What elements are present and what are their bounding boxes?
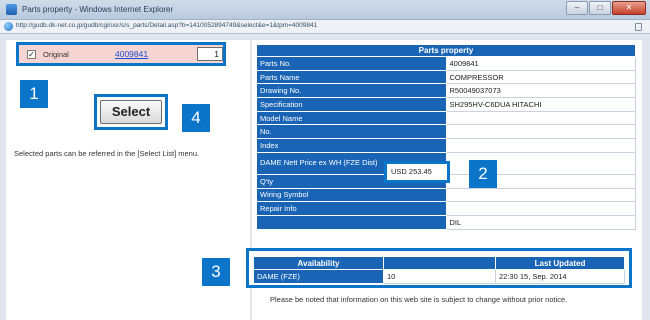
row-label: Parts Name [256,69,447,85]
table-row: Drawing No. R50049037073 [256,83,636,99]
part-number-link[interactable]: 4009841 [115,49,148,59]
row-value [445,201,636,216]
table-row: Model Name [256,110,636,126]
row-value: 4009841 [445,56,636,71]
row-label [256,214,447,230]
table-row: Index [256,138,636,153]
table-row: Specification SH295HV-C6DUA HITACHI [256,97,636,112]
select-list-note: Selected parts can be referred in the [S… [14,149,200,158]
row-value: SH295HV-C6DUA HITACHI [445,97,636,112]
stock-quantity: 10 [383,269,496,284]
original-part-row: ✓ Original 4009841 1 [16,42,226,66]
availability-qty-header [383,256,496,270]
row-label: Index [256,138,447,153]
lock-icon [635,23,642,31]
callout-badge-3: 3 [202,258,230,286]
title-bar: Parts property - Windows Internet Explor… [0,0,650,20]
table-row: Parts Name COMPRESSOR [256,69,636,85]
row-label: Parts No. [256,56,447,71]
maximize-button[interactable]: □ [589,1,611,15]
parts-property-header: Parts property [256,44,636,57]
callout-badge-2: 2 [469,160,497,188]
select-button[interactable]: Select [100,100,162,124]
close-button[interactable]: ✕ [612,1,646,15]
row-label: Drawing No. [256,83,447,99]
address-bar[interactable]: http://gudb.dk-net.co.jp/gudb/cgi/usr/s/… [0,20,650,34]
window-title: Parts property - Windows Internet Explor… [22,5,174,14]
price-value: USD 253.45 [384,161,450,183]
parts-property-table: Parts property Parts No. 4009841 Parts N… [256,44,636,230]
row-value [445,138,636,153]
address-url[interactable]: http://gudb.dk-net.co.jp/gudb/cgi/usr/s/… [16,22,317,29]
row-value [445,110,636,126]
row-value [445,124,636,140]
callout-badge-4: 4 [182,104,210,132]
availability-table: Availability Last Updated DAME (FZE) 10 … [253,256,625,284]
row-value: DIL [445,214,636,230]
table-row: DAME (FZE) 10 22:30 15, Sep. 2014 [253,269,625,284]
ie-icon [6,4,17,15]
minimize-button[interactable]: – [566,1,588,15]
row-label: No. [256,124,447,140]
original-checkbox[interactable]: ✓ [27,50,36,59]
row-label: Model Name [256,110,447,126]
row-value: COMPRESSOR [445,69,636,85]
last-updated-value: 22:30 15, Sep. 2014 [495,269,625,284]
page-icon [4,22,13,31]
quantity-input[interactable]: 1 [197,47,223,61]
row-label: Specification [256,97,447,112]
table-row: No. [256,124,636,140]
row-label: Repair Info [256,201,447,216]
table-row: Repair Info [256,201,636,216]
table-row: DIL [256,214,636,230]
window-controls: – □ ✕ [566,1,646,15]
row-label: Wiring Symbol [256,187,447,203]
row-value [445,187,636,203]
table-row: Parts No. 4009841 [256,56,636,71]
availability-header: Availability [253,256,384,270]
callout-badge-1: 1 [20,80,48,108]
warehouse-location: DAME (FZE) [253,269,384,284]
original-label: Original [43,50,69,59]
change-notice: Please be noted that information on this… [270,295,568,304]
select-highlight-frame: Select [94,94,168,130]
last-updated-header: Last Updated [495,256,625,270]
table-row: Wiring Symbol [256,187,636,203]
row-value: R50049037073 [445,83,636,99]
